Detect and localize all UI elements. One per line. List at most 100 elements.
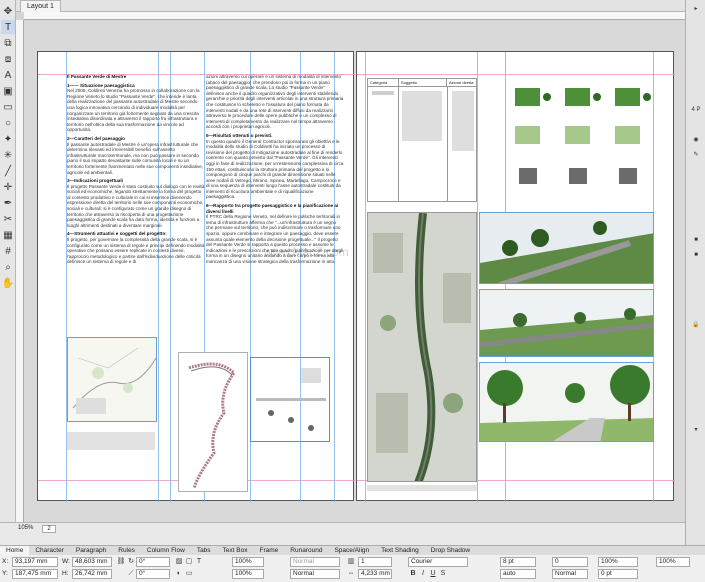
left-page[interactable]: Il Passante Verde di Mestre 1—— Situazio… bbox=[37, 51, 355, 502]
tab-runaround[interactable]: Runaround bbox=[284, 546, 328, 555]
section-4-body: Il progetto, per governare la complessit… bbox=[67, 237, 205, 265]
text-box-icon[interactable]: A bbox=[1, 68, 15, 82]
tab-home[interactable]: Home bbox=[0, 546, 30, 555]
columns-icon[interactable]: ▥ bbox=[346, 557, 356, 567]
height-field[interactable]: 26,742 mm bbox=[72, 569, 112, 579]
picture-box-icon[interactable]: ▣ bbox=[1, 84, 15, 98]
fill-opacity-field[interactable]: 100% bbox=[656, 557, 690, 567]
zoom-field[interactable]: 105% bbox=[18, 525, 40, 533]
caption-text-block[interactable] bbox=[367, 485, 477, 491]
pen-tool-icon[interactable]: ✒ bbox=[1, 196, 15, 210]
rectangle-box-icon[interactable]: ▭ bbox=[1, 100, 15, 114]
color-swatch-icon[interactable]: ■ bbox=[689, 250, 703, 260]
tab-tabs[interactable]: Tabs bbox=[191, 546, 217, 555]
strikethrough-icon[interactable]: S bbox=[438, 569, 448, 579]
text-content-icon[interactable]: T bbox=[1, 20, 15, 34]
eye-icon[interactable]: ◉ bbox=[689, 135, 703, 145]
zoom-icon[interactable]: ⌕ bbox=[1, 260, 15, 274]
frame-color-icon[interactable]: ▢ bbox=[184, 557, 194, 567]
hand-tool-icon[interactable]: ✋ bbox=[1, 276, 15, 290]
star-box-icon[interactable]: ✦ bbox=[1, 132, 15, 146]
aerial-map-image[interactable] bbox=[367, 212, 477, 482]
opacity-field-1[interactable]: 100% bbox=[232, 557, 264, 567]
panel-collapse-icon[interactable]: ▸ bbox=[689, 4, 703, 14]
columns-field[interactable]: 1 bbox=[358, 557, 392, 567]
measurements-palette: X: 93,197 mm Y: 187,475 mm W: 48,603 mm … bbox=[0, 555, 705, 582]
horizontal-ruler[interactable] bbox=[24, 12, 685, 20]
vertical-ruler[interactable] bbox=[16, 20, 24, 522]
table-tool-icon[interactable]: ▦ bbox=[1, 228, 15, 242]
tab-character[interactable]: Character bbox=[29, 546, 70, 555]
planting-diagrams[interactable] bbox=[507, 78, 652, 203]
text-opacity-field[interactable]: 100% bbox=[598, 557, 638, 567]
font-size-field[interactable]: 8 pt bbox=[500, 557, 536, 567]
tab-drop-shadow[interactable]: Drop Shadow bbox=[425, 546, 476, 555]
italic-icon[interactable]: I bbox=[418, 569, 428, 579]
unlink-icon[interactable]: ⧈ bbox=[1, 52, 15, 66]
text-box-column-2[interactable]: azioni attraverso cui operare e un siste… bbox=[206, 74, 344, 294]
tab-text-box[interactable]: Text Box bbox=[217, 546, 254, 555]
skew-field[interactable]: 0° bbox=[136, 569, 170, 579]
tab-frame[interactable]: Frame bbox=[253, 546, 284, 555]
section-4-heading: 4—Strumenti attuativi e soggetti del pro… bbox=[67, 231, 167, 237]
y-position-field[interactable]: 187,475 mm bbox=[12, 569, 58, 579]
map-image-left[interactable] bbox=[67, 337, 157, 422]
oval-box-icon[interactable]: ○ bbox=[1, 116, 15, 130]
caption-text-block[interactable] bbox=[67, 432, 155, 450]
actions-table[interactable]: Categoria Soggetto Azione diretta bbox=[367, 78, 477, 202]
planting-diagrams-drawing bbox=[515, 88, 651, 184]
table-rule bbox=[447, 87, 448, 201]
detail-drawings-box[interactable] bbox=[250, 357, 330, 442]
route-map-image[interactable] bbox=[178, 352, 248, 492]
y-label: Y: bbox=[2, 570, 8, 577]
blend-mode-select-1[interactable]: Normal bbox=[290, 557, 340, 567]
gutter-field[interactable]: 4,233 mm bbox=[358, 569, 392, 579]
text-color-icon[interactable]: T bbox=[194, 557, 204, 567]
linking-icon[interactable]: ⧉ bbox=[1, 36, 15, 50]
layout-canvas[interactable]: Il Passante Verde di Mestre 1—— Situazio… bbox=[24, 20, 685, 522]
shade-icon[interactable]: ◐ bbox=[174, 569, 184, 579]
tab-space-align[interactable]: Space/Align bbox=[328, 546, 375, 555]
link-dimensions-icon[interactable]: ⛓ bbox=[116, 557, 126, 567]
starburst-icon[interactable]: ✳ bbox=[1, 148, 15, 162]
tab-column-flow[interactable]: Column Flow bbox=[141, 546, 191, 555]
baseline-shift-field[interactable]: 0 pt bbox=[598, 569, 638, 579]
opacity-field-2[interactable]: 100% bbox=[232, 569, 264, 579]
tab-rules[interactable]: Rules bbox=[112, 546, 141, 555]
fill-color-icon[interactable]: ▨ bbox=[174, 557, 184, 567]
move-icon[interactable]: ✥ bbox=[1, 4, 15, 18]
right-page[interactable]: Categoria Soggetto Azione diretta bbox=[356, 51, 675, 502]
stroke-icon[interactable]: ▭ bbox=[184, 569, 194, 579]
rendering-aerial-1[interactable] bbox=[479, 212, 654, 284]
rotation-icon[interactable]: ↻ bbox=[126, 557, 136, 567]
bold-icon[interactable]: B bbox=[408, 569, 418, 579]
blend-mode-select-2[interactable]: Normal bbox=[290, 569, 340, 579]
style-select[interactable]: Normal bbox=[552, 569, 588, 579]
font-select[interactable]: Courier bbox=[408, 557, 468, 567]
x-position-field[interactable]: 93,197 mm bbox=[12, 557, 58, 567]
tab-text-shading[interactable]: Text Shading bbox=[375, 546, 425, 555]
leading-field[interactable]: auto bbox=[500, 569, 536, 579]
tab-layout-1[interactable]: Layout 1 bbox=[20, 0, 61, 12]
scissors-icon[interactable]: ✂ bbox=[1, 212, 15, 226]
underline-icon[interactable]: U bbox=[428, 569, 438, 579]
tools-palette: ✥ T ⧉ ⧈ A ▣ ▭ ○ ✦ ✳ ╱ ✛ ✒ ✂ ▦ # ⌕ ✋ bbox=[0, 0, 16, 545]
skew-icon[interactable]: ⟋ bbox=[126, 569, 136, 579]
pencil-icon[interactable]: ✎ bbox=[689, 150, 703, 160]
width-field[interactable]: 48,603 mm bbox=[72, 557, 112, 567]
rendering-park-path[interactable] bbox=[479, 362, 654, 442]
tracking-field[interactable]: 0 bbox=[552, 557, 588, 567]
tab-paragraph[interactable]: Paragraph bbox=[70, 546, 112, 555]
page-number-field[interactable]: 2 bbox=[42, 525, 56, 533]
color-swatch-icon[interactable]: ■ bbox=[689, 235, 703, 245]
gutter-icon[interactable]: ⇔ bbox=[346, 569, 356, 579]
orthogonal-line-icon[interactable]: ✛ bbox=[1, 180, 15, 194]
rendering-aerial-2[interactable] bbox=[479, 289, 654, 357]
arrow-icon[interactable]: ▾ bbox=[689, 425, 703, 435]
text-box-column-1[interactable]: Il Passante Verde di Mestre 1—— Situazio… bbox=[67, 74, 205, 312]
rendering-aerial-1-drawing bbox=[480, 213, 653, 283]
lock-icon[interactable]: 🔒 bbox=[689, 320, 703, 330]
grid-icon[interactable]: # bbox=[1, 244, 15, 258]
rotation-field[interactable]: 0° bbox=[136, 557, 170, 567]
line-tool-icon[interactable]: ╱ bbox=[1, 164, 15, 178]
